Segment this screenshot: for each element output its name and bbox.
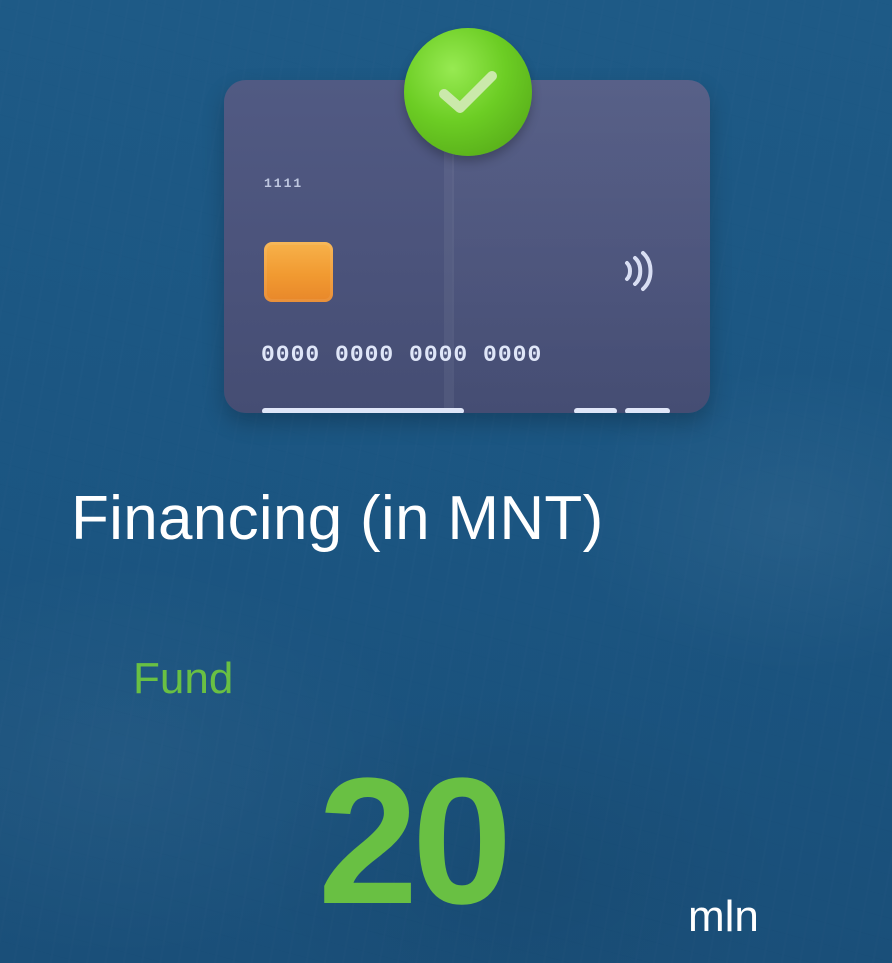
fund-label: Fund bbox=[133, 654, 234, 703]
contactless-icon bbox=[625, 251, 653, 291]
card-number: 0000 0000 0000 0000 bbox=[261, 342, 543, 368]
expiry-line-2 bbox=[625, 408, 670, 413]
expiry-line-1 bbox=[574, 408, 617, 413]
check-icon bbox=[439, 71, 497, 113]
check-badge bbox=[404, 28, 532, 156]
chip-icon bbox=[264, 242, 333, 302]
credit-card-illustration: 1111 0000 0000 0000 0000 bbox=[224, 28, 710, 413]
fund-amount: 20 bbox=[318, 741, 512, 942]
card-code-label: 1111 bbox=[264, 176, 304, 191]
financing-title: Financing (in MNT) bbox=[71, 484, 604, 553]
fund-unit: mln bbox=[688, 892, 759, 941]
cardholder-line bbox=[262, 408, 464, 413]
